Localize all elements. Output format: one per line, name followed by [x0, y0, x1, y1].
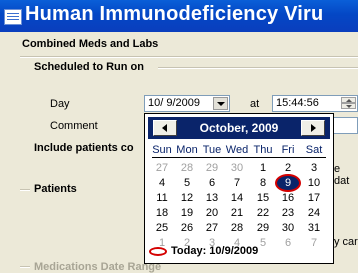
calendar-day[interactable]: 31	[302, 221, 326, 235]
calendar-day[interactable]: 25	[150, 221, 174, 235]
weekday-separator	[152, 157, 326, 158]
calendar-day[interactable]: 19	[175, 206, 199, 220]
calendar-day[interactable]: 30	[225, 161, 249, 175]
calendar-day[interactable]: 6	[276, 236, 300, 250]
calendar-day[interactable]: 2	[276, 161, 300, 175]
title-bar[interactable]: Human Immunodeficiency Viru	[0, 0, 358, 32]
calendar-day[interactable]: 23	[276, 206, 300, 220]
include-partial-right: e dat	[334, 163, 350, 187]
today-circle-icon	[149, 246, 167, 256]
weekday-tue: Tue	[202, 144, 222, 156]
calendar-day[interactable]: 13	[200, 191, 224, 205]
calendar-day[interactable]: 7	[302, 236, 326, 250]
calendar-day[interactable]: 22	[251, 206, 275, 220]
calendar-day[interactable]: 8	[251, 176, 275, 190]
calendar-day[interactable]: 28	[175, 161, 199, 175]
calendar-day[interactable]: 27	[200, 221, 224, 235]
time-value: 15:44:56	[276, 97, 319, 109]
next-month-button[interactable]	[301, 120, 325, 136]
calendar-month-title[interactable]: October, 2009	[178, 121, 300, 135]
calendar-day[interactable]: 24	[302, 206, 326, 220]
weekday-mon: Mon	[176, 144, 198, 156]
calendar-day[interactable]: 3	[302, 161, 326, 175]
scheduled-group-label: Scheduled to Run on	[34, 61, 144, 73]
today-label: Today: 10/9/2009	[171, 245, 259, 257]
calendar-day[interactable]: 26	[175, 221, 199, 235]
calendar-day[interactable]: 10	[302, 176, 326, 190]
today-button[interactable]: Today: 10/9/2009	[149, 245, 258, 257]
weekday-wed: Wed	[225, 144, 249, 156]
medications-line	[20, 266, 30, 268]
app-icon	[4, 9, 22, 25]
spin-down-icon[interactable]	[341, 103, 356, 109]
calendar-day[interactable]: 27	[150, 161, 174, 175]
include-patients-label: Include patients co	[34, 142, 134, 154]
calendar-day[interactable]: 14	[225, 191, 249, 205]
day-value: 10/ 9/2009	[148, 97, 200, 109]
patients-label: Patients	[34, 183, 77, 195]
calendar-dropdown[interactable]: October, 2009 Sun Mon Tue Wed Thu Fri Sat 27 28…	[144, 113, 334, 264]
patients-partial-right: y car	[334, 236, 358, 248]
weekday-sat: Sat	[305, 144, 323, 156]
calendar-day[interactable]: 20	[200, 206, 224, 220]
today-highlight-circle	[275, 174, 301, 192]
time-input[interactable]: 15:44:56	[272, 95, 358, 112]
comment-input[interactable]	[333, 117, 358, 134]
at-label: at	[250, 98, 260, 110]
calendar-day[interactable]: 18	[150, 206, 174, 220]
scheduled-group-line	[158, 67, 358, 69]
medications-date-range-label: Medications Date Range	[34, 261, 162, 273]
weekday-sun: Sun	[152, 144, 172, 156]
patients-line	[20, 189, 30, 191]
weekday-fri: Fri	[281, 144, 295, 156]
section-separator	[20, 56, 358, 58]
calendar-day[interactable]: 16	[276, 191, 300, 205]
calendar-day[interactable]: 15	[251, 191, 275, 205]
day-date-picker[interactable]: 10/ 9/2009	[144, 95, 230, 112]
calendar-day[interactable]: 29	[251, 221, 275, 235]
time-spinner[interactable]	[341, 97, 356, 110]
comment-label: Comment	[50, 120, 98, 132]
calendar-day[interactable]: 12	[175, 191, 199, 205]
calendar-day[interactable]: 11	[150, 191, 174, 205]
calendar-day[interactable]: 4	[150, 176, 174, 190]
calendar-day[interactable]: 30	[276, 221, 300, 235]
weekday-thu: Thu	[253, 144, 273, 156]
calendar-day[interactable]: 6	[200, 176, 224, 190]
calendar-header: October, 2009	[148, 117, 330, 139]
calendar-day[interactable]: 17	[302, 191, 326, 205]
calendar-day[interactable]: 1	[251, 161, 275, 175]
chevron-down-icon[interactable]	[213, 97, 228, 110]
calendar-day[interactable]: 29	[200, 161, 224, 175]
calendar-day[interactable]: 7	[225, 176, 249, 190]
calendar-day[interactable]: 21	[225, 206, 249, 220]
prev-month-button[interactable]	[153, 120, 177, 136]
calendar-day[interactable]: 5	[175, 176, 199, 190]
window-title: Human Immunodeficiency Viru	[25, 3, 324, 25]
day-label: Day	[50, 98, 70, 110]
section-title: Combined Meds and Labs	[22, 38, 159, 50]
calendar-day[interactable]: 28	[225, 221, 249, 235]
